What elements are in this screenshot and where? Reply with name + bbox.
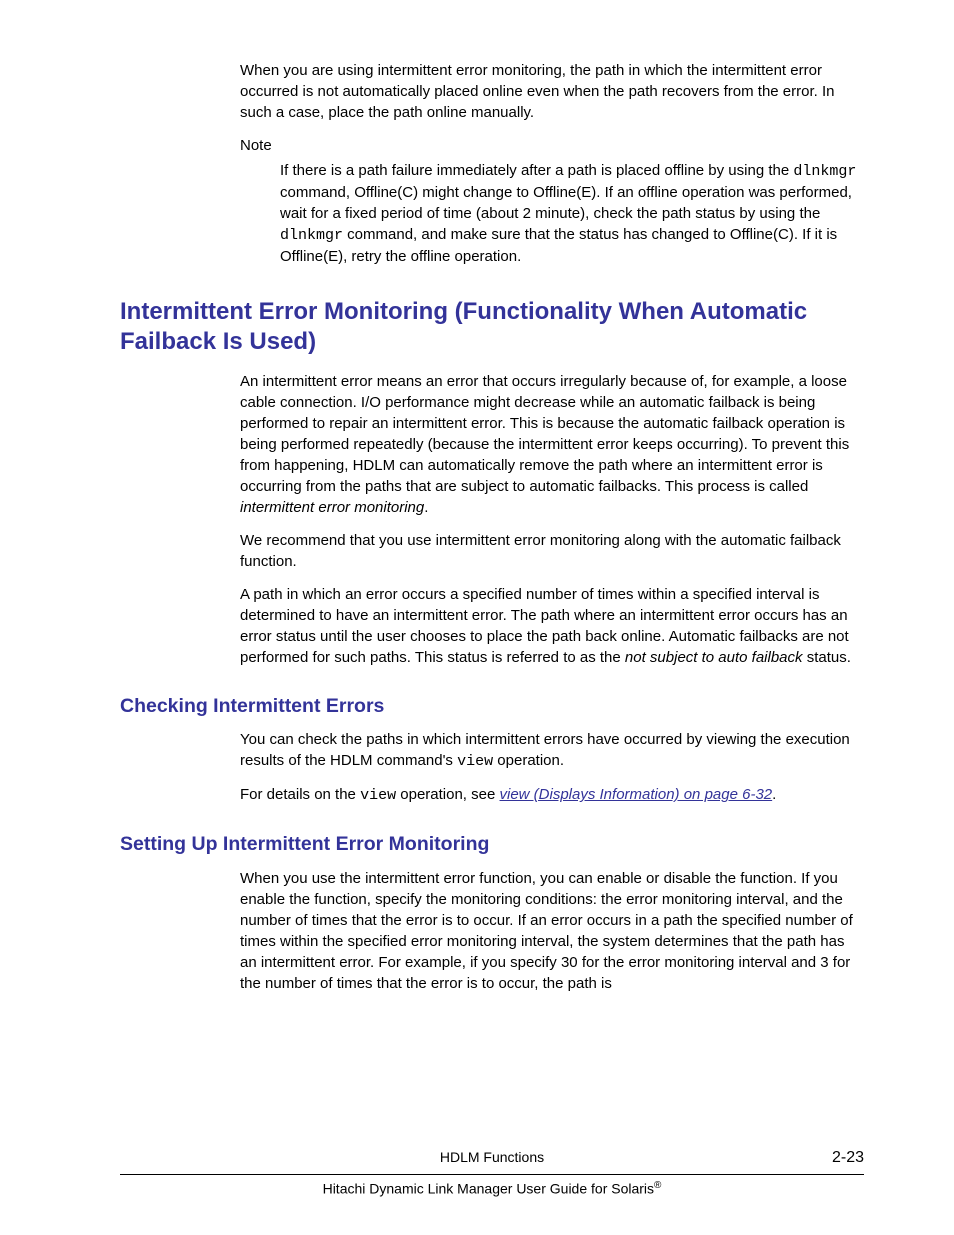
text: For details on the xyxy=(240,786,360,803)
note-body: If there is a path failure immediately a… xyxy=(280,160,864,267)
text: When you are using intermittent error mo… xyxy=(240,62,835,121)
text: When you use the intermittent error func… xyxy=(240,870,853,992)
subsection-heading: Checking Intermittent Errors xyxy=(120,694,864,719)
page-number: 2-23 xyxy=(804,1147,864,1169)
footer-divider xyxy=(120,1174,864,1175)
text: If there is a path failure immediately a… xyxy=(280,162,793,179)
text: Setting Up Intermittent Error Monitoring xyxy=(120,833,489,855)
intro-paragraph: When you are using intermittent error mo… xyxy=(240,60,864,123)
text: Hitachi Dynamic Link Manager User Guide … xyxy=(323,1180,654,1196)
registered-mark: ® xyxy=(654,1180,661,1191)
section-paragraph: We recommend that you use intermittent e… xyxy=(240,530,864,572)
section-heading: Intermittent Error Monitoring (Functiona… xyxy=(120,297,864,357)
text: An intermittent error means an error tha… xyxy=(240,373,849,495)
note-label: Note xyxy=(240,135,864,156)
subsection-heading: Setting Up Intermittent Error Monitoring xyxy=(120,832,864,857)
text: operation. xyxy=(493,752,564,769)
text: status. xyxy=(803,649,851,666)
italic-term: not subject to auto failback xyxy=(625,649,803,666)
command-name: dlnkmgr xyxy=(280,227,343,244)
section-paragraph: An intermittent error means an error tha… xyxy=(240,371,864,518)
footer-book-title: Hitachi Dynamic Link Manager User Guide … xyxy=(120,1179,864,1199)
document-page: When you are using intermittent error mo… xyxy=(0,0,954,1235)
text: Note xyxy=(240,137,272,154)
text: . xyxy=(772,786,776,803)
page-footer: HDLM Functions 2-23 Hitachi Dynamic Link… xyxy=(120,1147,864,1199)
subsection-paragraph: When you use the intermittent error func… xyxy=(240,868,864,994)
footer-section-title: HDLM Functions xyxy=(180,1148,804,1168)
subsection-paragraph: You can check the paths in which intermi… xyxy=(240,729,864,772)
text: Intermittent Error Monitoring (Functiona… xyxy=(120,298,807,355)
command-name: view xyxy=(457,753,493,770)
text: operation, see xyxy=(396,786,499,803)
subsection-paragraph: For details on the view operation, see v… xyxy=(240,784,864,806)
italic-term: intermittent error monitoring xyxy=(240,499,424,516)
text: . xyxy=(424,499,428,516)
section-paragraph: A path in which an error occurs a specif… xyxy=(240,584,864,668)
cross-reference-link[interactable]: view (Displays Information) on page 6-32 xyxy=(500,786,773,803)
command-name: dlnkmgr xyxy=(793,163,856,180)
command-name: view xyxy=(360,787,396,804)
text: We recommend that you use intermittent e… xyxy=(240,532,841,570)
text: Checking Intermittent Errors xyxy=(120,695,384,717)
text: command, Offline(C) might change to Offl… xyxy=(280,184,852,222)
text: command, and make sure that the status h… xyxy=(280,226,837,265)
